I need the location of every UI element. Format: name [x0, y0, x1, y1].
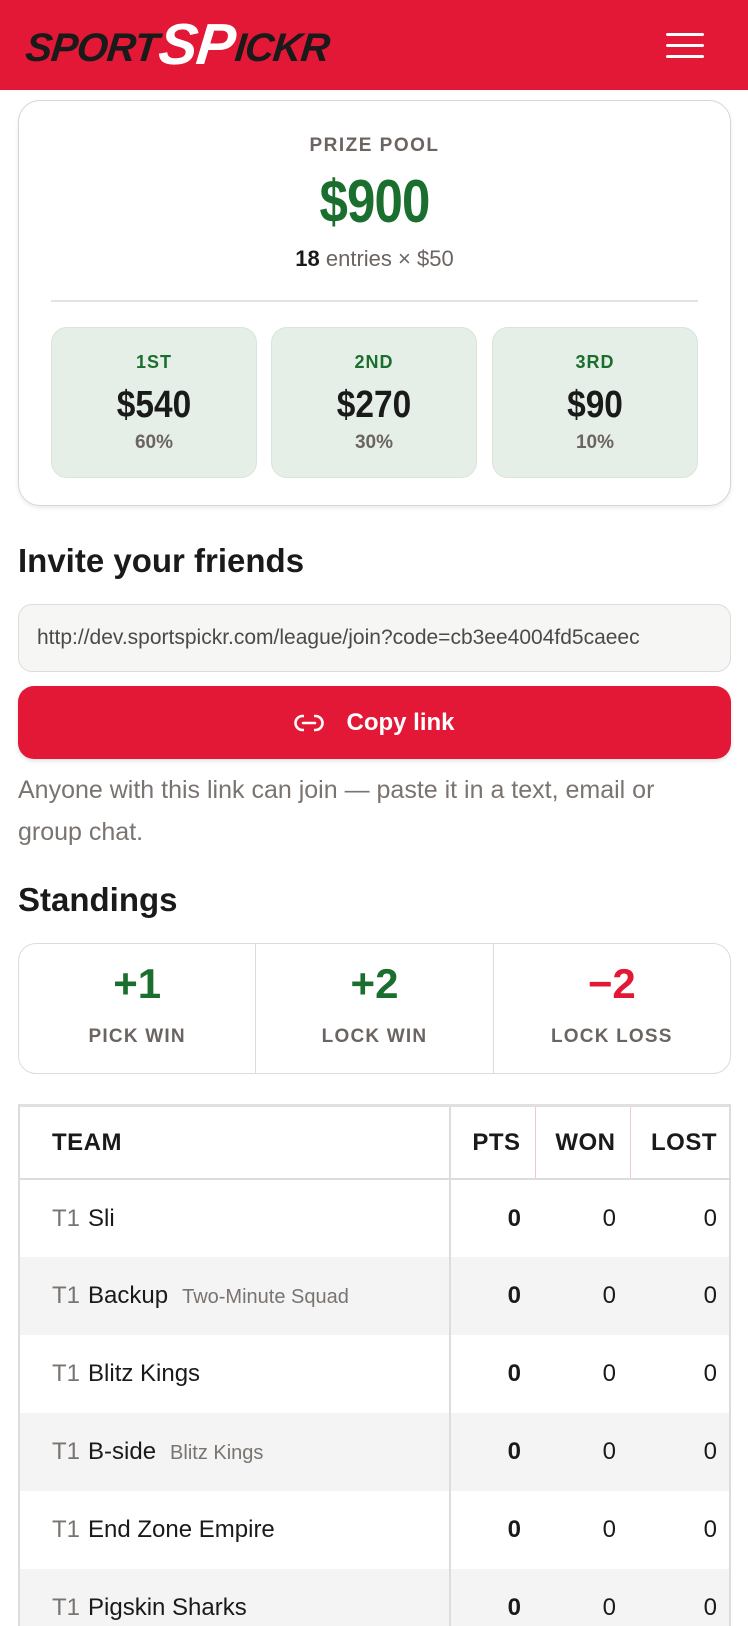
team-cell: T1 Backup Two-Minute Squad — [20, 1257, 451, 1335]
team-tier: T1 — [52, 1516, 81, 1543]
payout-first-place: 1ST $540 60% — [51, 327, 257, 478]
place-amount: $90 — [567, 384, 623, 426]
prize-pool-amount: $900 — [319, 168, 430, 235]
payout-third-place: 3RD $90 10% — [492, 327, 698, 478]
pts-cell: 0 — [507, 1204, 521, 1232]
lost-cell: 0 — [630, 1413, 729, 1491]
place-percent: 10% — [575, 432, 615, 453]
column-header-pts[interactable]: PTS — [450, 1107, 536, 1180]
lost-cell: 0 — [630, 1569, 729, 1626]
lost-cell: 0 — [703, 1360, 717, 1387]
place-label: 3RD — [575, 352, 615, 372]
pts-cell: 0 — [450, 1257, 535, 1335]
pts-cell: 0 — [450, 1569, 535, 1626]
menu-bar-line — [666, 33, 704, 36]
team-tier: T1 — [52, 1360, 81, 1387]
scoring-lock-win: +2 LOCK WIN — [256, 944, 494, 1073]
table-row[interactable]: T1 Backup Two-Minute Squad 0 0 0 — [20, 1257, 729, 1335]
pts-cell: 0 — [507, 1516, 521, 1543]
place-amount: $540 — [116, 384, 192, 426]
standings-table: TEAM PTS WON LOST T1 Sli 0 0 0 T1 Backup Tw… — [20, 1107, 729, 1626]
won-cell: 0 — [602, 1360, 616, 1387]
place-percent: 60% — [134, 432, 174, 453]
pts-cell: 0 — [507, 1360, 521, 1387]
place-label: 2ND — [354, 352, 394, 372]
team-cell: T1 Pigskin Sharks — [20, 1569, 451, 1626]
score-label: PICK WIN — [88, 1026, 186, 1047]
team-subtitle: Two-Minute Squad — [182, 1286, 349, 1308]
hamburger-menu-icon[interactable] — [664, 30, 706, 60]
logo-text-sport: SPORT — [23, 26, 161, 70]
team-cell: T1 B-side Blitz Kings — [20, 1413, 451, 1491]
table-row[interactable]: T1 B-side Blitz Kings 0 0 0 — [20, 1413, 729, 1491]
team-tier: T1 — [52, 1204, 81, 1232]
logo-text-ickr: ICKR — [232, 26, 332, 70]
entries-count: 18 — [295, 246, 320, 271]
menu-bar-line — [666, 44, 704, 47]
prize-divider — [51, 300, 698, 302]
invite-section-title: Invite your friends — [18, 542, 305, 579]
team-cell: T1 End Zone Empire — [20, 1491, 451, 1569]
standings-table-container: TEAM PTS WON LOST T1 Sli 0 0 0 T1 Backup Tw… — [18, 1104, 731, 1626]
table-row[interactable]: T1 Blitz Kings 0 0 0 — [20, 1335, 729, 1413]
team-name[interactable]: Pigskin Sharks — [88, 1594, 247, 1621]
table-row[interactable]: T1 Pigskin Sharks 0 0 0 — [20, 1569, 729, 1626]
standings-header-row: TEAM PTS WON LOST — [20, 1107, 729, 1180]
table-row[interactable]: T1 End Zone Empire 0 0 0 — [20, 1491, 729, 1569]
place-amount: $270 — [336, 384, 412, 426]
prize-pool-entries: 18 entries × $50 — [19, 246, 730, 272]
lost-cell: 0 — [703, 1204, 717, 1232]
prize-pool-card: PRIZE POOL $900 18 entries × $50 1ST $54… — [18, 100, 731, 506]
place-percent: 30% — [354, 432, 394, 453]
prize-pool-label: PRIZE POOL — [309, 135, 440, 156]
team-name[interactable]: Sli — [88, 1205, 115, 1232]
logo-text-sp: SP — [155, 12, 238, 77]
menu-bar-line — [666, 55, 704, 58]
score-value: +2 — [350, 960, 399, 1007]
team-name[interactable]: End Zone Empire — [88, 1516, 275, 1543]
scoring-rules: +1 PICK WIN +2 LOCK WIN −2 LOCK LOSS — [18, 943, 731, 1074]
team-name[interactable]: Backup — [88, 1282, 168, 1309]
won-cell: 0 — [535, 1569, 630, 1626]
entries-detail: entries × $50 — [319, 246, 454, 271]
table-row[interactable]: T1 Sli 0 0 0 — [20, 1179, 729, 1257]
place-label: 1ST — [135, 352, 172, 372]
team-subtitle: Blitz Kings — [170, 1442, 264, 1464]
invite-help-text: Anyone with this link can join — paste i… — [18, 776, 655, 846]
won-cell: 0 — [602, 1204, 616, 1232]
copy-link-button[interactable]: Copy link — [18, 686, 731, 759]
pts-cell: 0 — [450, 1413, 535, 1491]
scoring-lock-loss: −2 LOCK LOSS — [494, 944, 730, 1073]
link-icon — [294, 713, 325, 732]
score-label: LOCK WIN — [321, 1026, 428, 1047]
team-tier: T1 — [52, 1282, 81, 1309]
standings-section-title: Standings — [18, 881, 178, 918]
team-name[interactable]: Blitz Kings — [88, 1360, 200, 1387]
won-cell: 0 — [535, 1413, 630, 1491]
team-tier: T1 — [52, 1594, 81, 1621]
sportspickr-logo[interactable]: SPORT SP ICKR — [23, 12, 332, 77]
copy-link-label: Copy link — [346, 708, 455, 736]
column-header-team[interactable]: TEAM — [20, 1107, 451, 1180]
score-value: −2 — [587, 960, 636, 1007]
team-tier: T1 — [52, 1438, 81, 1465]
column-header-won[interactable]: WON — [535, 1107, 631, 1180]
score-value: +1 — [113, 960, 162, 1007]
payout-second-place: 2ND $270 30% — [271, 327, 477, 478]
lost-cell: 0 — [703, 1516, 717, 1543]
invite-link-field[interactable]: http://dev.sportspickr.com/league/join?c… — [18, 604, 731, 672]
score-label: LOCK LOSS — [551, 1026, 673, 1047]
team-name[interactable]: B-side — [88, 1438, 156, 1465]
team-cell: T1 Blitz Kings — [20, 1335, 451, 1413]
won-cell: 0 — [535, 1257, 630, 1335]
column-header-lost[interactable]: LOST — [630, 1107, 729, 1180]
lost-cell: 0 — [630, 1257, 729, 1335]
won-cell: 0 — [602, 1516, 616, 1543]
team-cell: T1 Sli — [20, 1179, 451, 1257]
top-app-bar: SPORT SP ICKR — [0, 0, 748, 90]
scoring-pick-win: +1 PICK WIN — [19, 944, 257, 1073]
